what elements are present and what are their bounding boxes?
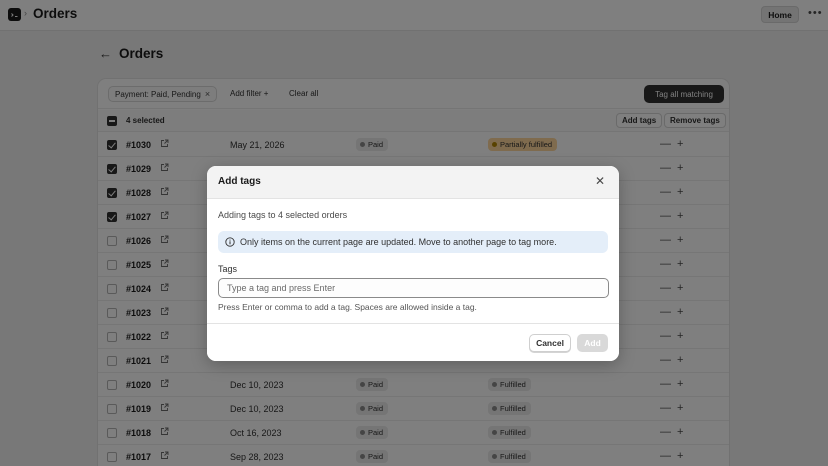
modal-header: Add tags ✕ bbox=[207, 166, 619, 199]
tags-help-text: Press Enter or comma to add a tag. Space… bbox=[218, 302, 477, 312]
tags-field-label: Tags bbox=[218, 264, 238, 274]
add-tags-modal: Add tags ✕ Adding tags to 4 selected ord… bbox=[207, 166, 619, 361]
add-button[interactable]: Add bbox=[577, 334, 608, 352]
modal-title: Add tags bbox=[218, 176, 261, 187]
tags-input[interactable] bbox=[218, 278, 609, 298]
info-banner: Only items on the current page are updat… bbox=[218, 231, 608, 253]
info-icon bbox=[225, 237, 235, 247]
close-icon[interactable]: ✕ bbox=[595, 174, 605, 188]
modal-footer: Cancel Add bbox=[207, 323, 619, 361]
modal-description: Adding tags to 4 selected orders bbox=[218, 210, 348, 220]
cancel-button[interactable]: Cancel bbox=[529, 334, 571, 352]
info-banner-text: Only items on the current page are updat… bbox=[240, 237, 557, 247]
